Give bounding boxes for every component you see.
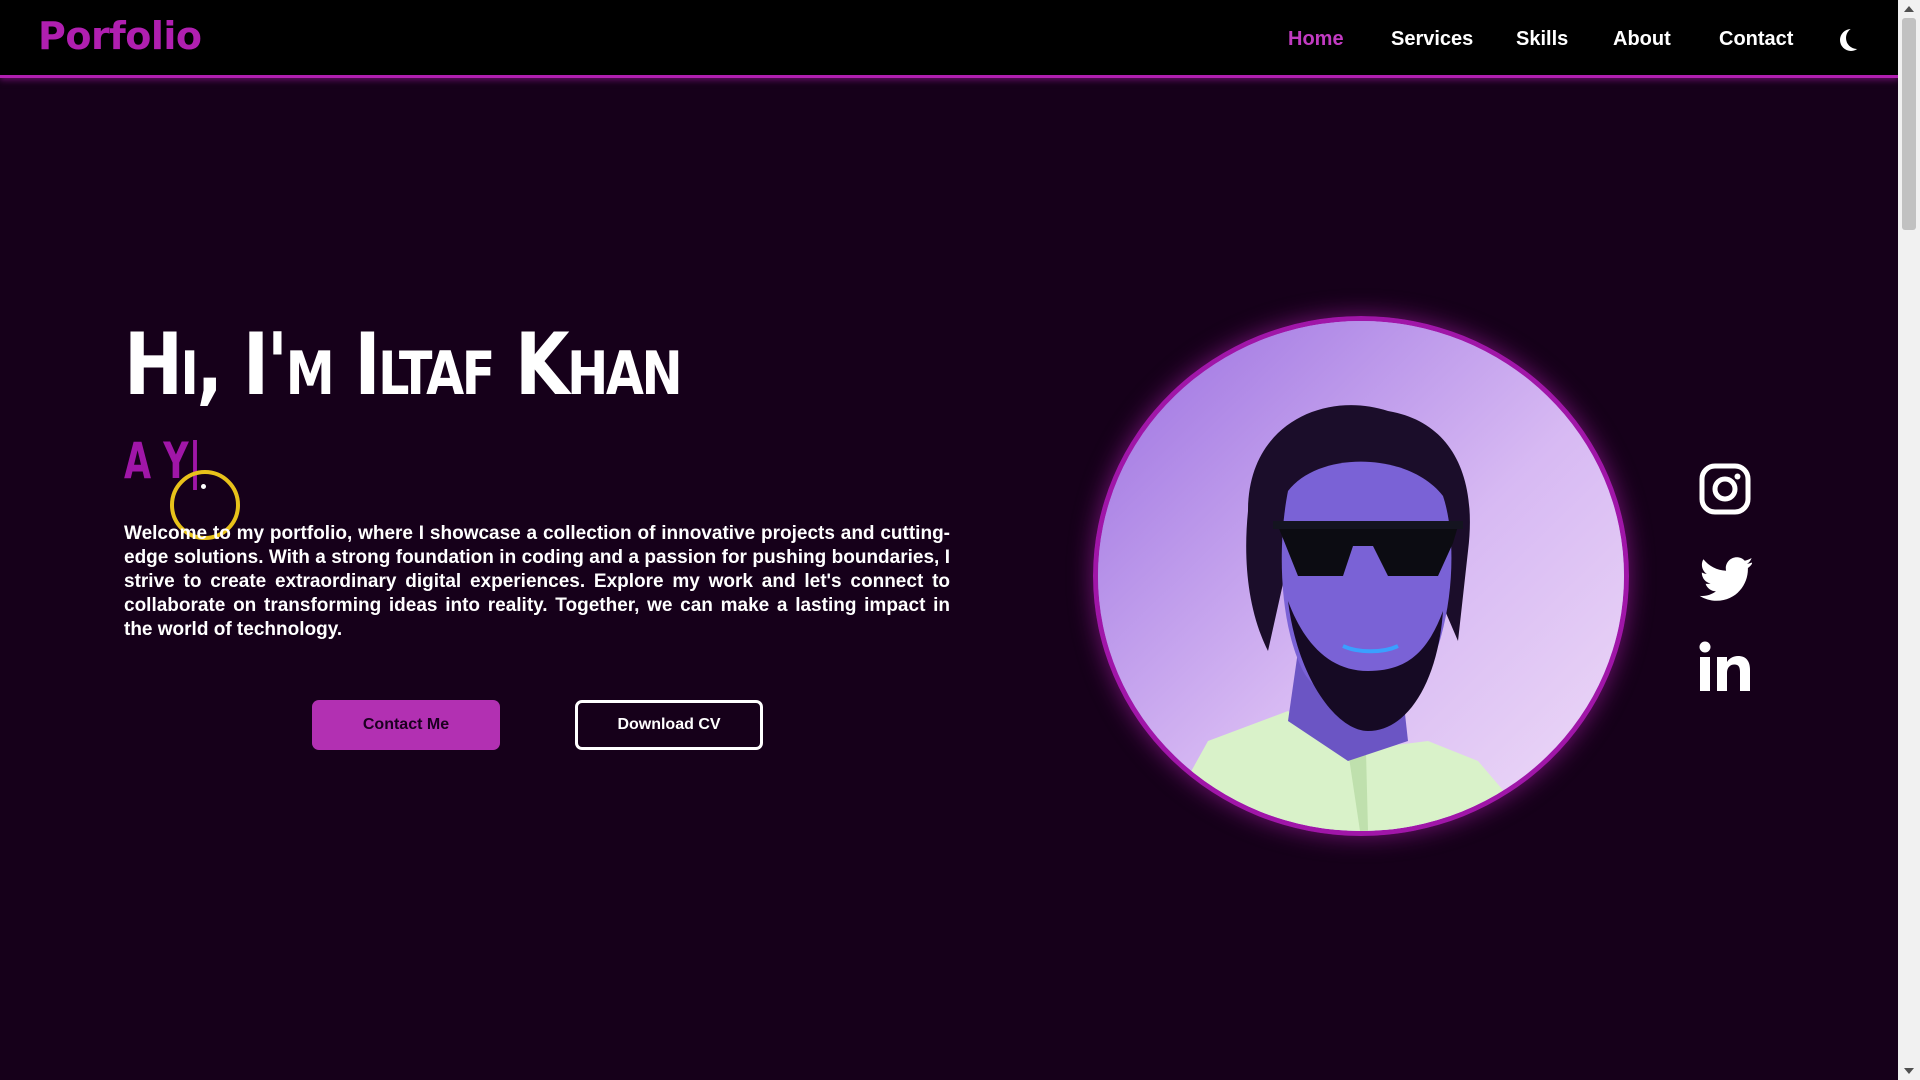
- twitter-icon[interactable]: [1698, 552, 1753, 606]
- scroll-thumb[interactable]: [1902, 18, 1916, 230]
- nav-home[interactable]: Home: [1288, 28, 1344, 51]
- hero-title: Hi, I'm Iltaf Khan: [124, 315, 683, 415]
- profile-photo-illustration: [1098, 321, 1624, 831]
- scroll-up-arrow-icon[interactable]: [1904, 6, 1914, 12]
- download-cv-button[interactable]: Download CV: [575, 700, 763, 750]
- nav-about[interactable]: About: [1613, 28, 1671, 51]
- scrollbar[interactable]: [1898, 0, 1920, 1080]
- linkedin-icon[interactable]: [1698, 640, 1752, 694]
- nav-services[interactable]: Services: [1391, 28, 1473, 51]
- moon-icon[interactable]: [1846, 27, 1868, 49]
- nav-skills[interactable]: Skills: [1516, 28, 1568, 51]
- profile-photo: [1093, 316, 1629, 836]
- instagram-icon[interactable]: [1698, 462, 1752, 516]
- intro-paragraph: Welcome to my portfolio, where I showcas…: [124, 523, 950, 640]
- navbar: Porfolio Home Services Skills About Cont…: [0, 0, 1898, 78]
- mouse-pointer: [201, 484, 206, 489]
- scroll-down-arrow-icon[interactable]: [1904, 1068, 1914, 1074]
- contact-me-button[interactable]: Contact Me: [312, 700, 500, 750]
- nav-contact[interactable]: Contact: [1719, 28, 1793, 51]
- logo[interactable]: Porfolio: [38, 14, 202, 58]
